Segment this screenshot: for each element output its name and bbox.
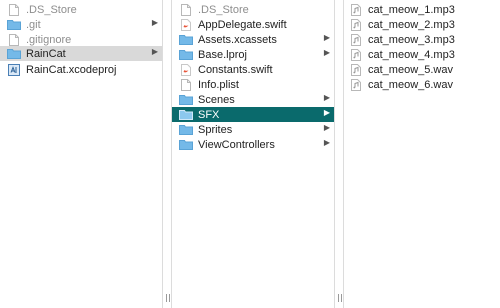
audio-file-icon bbox=[349, 48, 363, 61]
list-item-cat-meow-4[interactable]: cat_meow_4.mp3 bbox=[344, 47, 500, 62]
list-item-raincat[interactable]: RainCat ▶ bbox=[0, 46, 162, 61]
audio-file-icon bbox=[349, 18, 363, 31]
folder-icon bbox=[179, 109, 193, 121]
item-label: Sprites bbox=[198, 123, 233, 136]
document-icon bbox=[179, 3, 193, 16]
list-item-gitignore[interactable]: .gitignore bbox=[0, 32, 162, 47]
list-item-ds-store[interactable]: .DS_Store bbox=[172, 2, 334, 17]
list-item-constants[interactable]: Constants.swift bbox=[172, 62, 334, 77]
folder-icon bbox=[179, 139, 193, 151]
list-item-scenes[interactable]: Scenes ▶ bbox=[172, 92, 334, 107]
list-item-cat-meow-6[interactable]: cat_meow_6.wav bbox=[344, 77, 500, 92]
swift-file-icon bbox=[179, 63, 193, 76]
folder-icon bbox=[179, 124, 193, 136]
column-sfx: cat_meow_1.mp3 cat_meow_2.mp3 cat_meow_3… bbox=[344, 0, 500, 308]
list-item-cat-meow-5[interactable]: cat_meow_5.wav bbox=[344, 62, 500, 77]
document-icon bbox=[7, 3, 21, 16]
list-item-base-lproj[interactable]: Base.lproj ▶ bbox=[172, 47, 334, 62]
item-label: cat_meow_6.wav bbox=[368, 78, 453, 91]
chevron-right-icon: ▶ bbox=[323, 93, 330, 102]
item-label: cat_meow_4.mp3 bbox=[368, 48, 455, 61]
item-label: Scenes bbox=[198, 93, 235, 106]
list-item-appdelegate[interactable]: AppDelegate.swift bbox=[172, 17, 334, 32]
list-item-assets[interactable]: Assets.xcassets ▶ bbox=[172, 32, 334, 47]
item-label: cat_meow_3.mp3 bbox=[368, 33, 455, 46]
column-root: .DS_Store .git ▶ .gitignore RainCat ▶ Ra… bbox=[0, 0, 162, 308]
item-label: Constants.swift bbox=[198, 63, 273, 76]
item-label: Base.lproj bbox=[198, 48, 247, 61]
column-raincat: .DS_Store AppDelegate.swift Assets.xcass… bbox=[172, 0, 334, 308]
xcodeproj-icon bbox=[7, 63, 21, 76]
grip-icon bbox=[338, 294, 342, 302]
item-label: cat_meow_2.mp3 bbox=[368, 18, 455, 31]
column-resize-handle[interactable] bbox=[162, 0, 172, 308]
folder-icon bbox=[179, 34, 193, 46]
item-label: SFX bbox=[198, 108, 220, 121]
item-label: RainCat.xcodeproj bbox=[26, 63, 117, 76]
audio-file-icon bbox=[349, 78, 363, 91]
chevron-right-icon: ▶ bbox=[323, 108, 330, 117]
document-icon bbox=[7, 33, 21, 46]
finder-column-browser: .DS_Store .git ▶ .gitignore RainCat ▶ Ra… bbox=[0, 0, 500, 308]
folder-icon bbox=[179, 94, 193, 106]
grip-icon bbox=[166, 294, 170, 302]
column-resize-handle[interactable] bbox=[334, 0, 344, 308]
item-label: Assets.xcassets bbox=[198, 33, 277, 46]
item-label: cat_meow_1.mp3 bbox=[368, 3, 455, 16]
list-item-sprites[interactable]: Sprites ▶ bbox=[172, 122, 334, 137]
list-item-viewcontrollers[interactable]: ViewControllers ▶ bbox=[172, 137, 334, 152]
item-label: .gitignore bbox=[26, 33, 72, 46]
list-item-cat-meow-1[interactable]: cat_meow_1.mp3 bbox=[344, 2, 500, 17]
audio-file-icon bbox=[349, 3, 363, 16]
list-item-cat-meow-2[interactable]: cat_meow_2.mp3 bbox=[344, 17, 500, 32]
document-icon bbox=[179, 78, 193, 91]
chevron-right-icon: ▶ bbox=[151, 18, 158, 27]
item-label: AppDelegate.swift bbox=[198, 18, 287, 31]
chevron-right-icon: ▶ bbox=[151, 47, 158, 56]
folder-icon bbox=[7, 48, 21, 60]
folder-icon bbox=[179, 49, 193, 61]
item-label: Info.plist bbox=[198, 78, 239, 91]
chevron-right-icon: ▶ bbox=[323, 48, 330, 57]
item-label: .git bbox=[26, 18, 41, 31]
folder-icon bbox=[7, 19, 21, 31]
list-item-info-plist[interactable]: Info.plist bbox=[172, 77, 334, 92]
list-item-cat-meow-3[interactable]: cat_meow_3.mp3 bbox=[344, 32, 500, 47]
audio-file-icon bbox=[349, 33, 363, 46]
item-label: .DS_Store bbox=[26, 3, 77, 16]
chevron-right-icon: ▶ bbox=[323, 123, 330, 132]
chevron-right-icon: ▶ bbox=[323, 33, 330, 42]
chevron-right-icon: ▶ bbox=[323, 138, 330, 147]
item-label: .DS_Store bbox=[198, 3, 249, 16]
swift-file-icon bbox=[179, 18, 193, 31]
list-item-ds-store[interactable]: .DS_Store bbox=[0, 2, 162, 17]
item-label: RainCat bbox=[26, 47, 66, 60]
audio-file-icon bbox=[349, 63, 363, 76]
list-item-raincat-xcodeproj[interactable]: RainCat.xcodeproj bbox=[0, 62, 162, 77]
list-item-git[interactable]: .git ▶ bbox=[0, 17, 162, 32]
list-item-sfx[interactable]: SFX ▶ bbox=[172, 107, 334, 122]
item-label: cat_meow_5.wav bbox=[368, 63, 453, 76]
item-label: ViewControllers bbox=[198, 138, 275, 151]
